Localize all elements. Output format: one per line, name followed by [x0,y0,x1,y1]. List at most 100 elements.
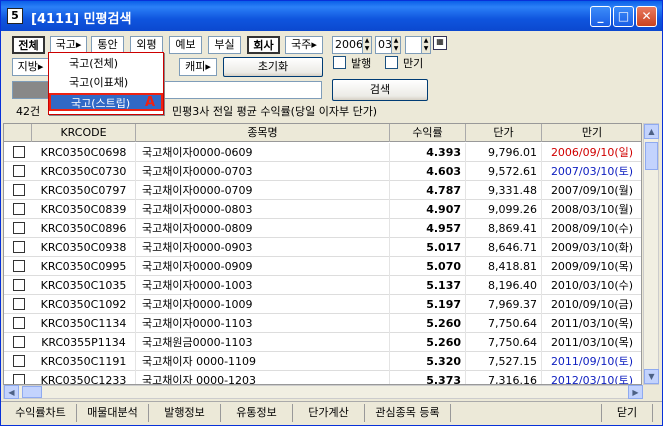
scroll-left-icon[interactable]: ◀ [4,385,19,399]
table-row[interactable]: KRC0350C1035 국고채이자0000-1003 5.137 8,196.40 2… [4,276,641,295]
row-checkbox[interactable] [13,184,25,196]
row-checkbox[interactable] [13,146,25,158]
table-row[interactable]: KRC0350C0797 국고채이자0000-0709 4.787 9,331.48 2… [4,181,641,200]
tab-yield-chart[interactable]: 수익률차트 [5,404,77,422]
header-maturity[interactable]: 만기 [542,124,641,142]
cell-krcode: KRC0350C1191 [32,352,136,371]
cell-krcode: KRC0350C0938 [32,238,136,257]
cell-yield: 5.137 [390,276,466,295]
table-row[interactable]: KRC0350C1191 국고채이자 0000-1109 5.320 7,527.15… [4,352,641,371]
filter-capital[interactable]: 캐피▸ [179,58,217,76]
table-row[interactable]: KRC0350C0839 국고채이자0000-0803 4.907 9,099.26 2… [4,200,641,219]
horizontal-scrollbar[interactable]: ◀ ▶ [3,385,643,399]
row-checkbox[interactable] [13,317,25,329]
table-row[interactable]: KRC0350C0730 국고채이자0000-0703 4.603 9,572.61 2… [4,162,641,181]
reset-button[interactable]: 초기화 [223,57,323,77]
cell-krcode: KRC0350C0730 [32,162,136,181]
table-row[interactable]: KRC0350C0938 국고채이자0000-0903 5.017 8,646.71 2… [4,238,641,257]
scroll-down-icon[interactable]: ▼ [644,369,659,384]
header-name[interactable]: 종목명 [136,124,390,142]
title-bar[interactable]: 5 [4111] 민평검색 _ □ ✕ [1,1,662,31]
maturity-checkbox[interactable] [385,56,398,69]
cell-yield: 4.907 [390,200,466,219]
cell-name: 국고채이자0000-0809 [136,219,390,238]
row-checkbox[interactable] [13,336,25,348]
year-spin[interactable]: ▲ ▼ [362,37,371,53]
header-yield[interactable]: 수익률 [390,124,466,142]
row-checkbox[interactable] [13,165,25,177]
row-checkbox[interactable] [13,355,25,367]
close-button[interactable]: ✕ [636,6,657,27]
tab-watchlist-add[interactable]: 관심종목 등록 [365,404,451,422]
tab-order-analysis[interactable]: 매물대분석 [77,404,149,422]
cell-maturity: 2008/09/10(수) [542,219,641,238]
table-row[interactable]: KRC0350C0698 국고채이자0000-0609 4.393 9,796.01 2… [4,143,641,162]
filter-region[interactable]: 지방▸ [12,58,49,76]
tab-close[interactable]: 닫기 [601,404,653,422]
scroll-right-icon[interactable]: ▶ [628,385,643,399]
table-row[interactable]: KRC0350C0995 국고채이자0000-0909 5.070 8,418.81 2… [4,257,641,276]
year-field[interactable]: 2006 ▲ ▼ [332,36,372,54]
cell-yield: 5.260 [390,333,466,352]
cell-krcode: KRC0350C1134 [32,314,136,333]
table-row[interactable]: KRC0350C1233 국고채이자 0000-1203 5.373 7,316.16… [4,371,641,384]
day-spin[interactable]: ▲ ▼ [421,37,430,53]
code-input[interactable] [12,81,52,99]
filter-all[interactable]: 전체 [12,36,45,54]
filter-bad[interactable]: 부실 [208,36,241,54]
row-checkbox[interactable] [13,279,25,291]
maximize-button[interactable]: □ [613,6,634,27]
table-row[interactable]: KRC0355P1134 국고채원금0000-1103 5.260 7,750.64 2… [4,333,641,352]
table-row[interactable]: KRC0350C1134 국고채이자0000-1103 5.260 7,750.64 2… [4,314,641,333]
cell-price: 9,796.01 [466,143,542,162]
row-checkbox[interactable] [13,241,25,253]
cell-name: 국고채이자0000-0903 [136,238,390,257]
tab-price-calc[interactable]: 단가계산 [293,404,365,422]
dropdown-item-govt-strip[interactable]: 국고(스트립) A [49,93,163,111]
cell-yield: 5.320 [390,352,466,371]
annotation-marker: A [144,95,155,110]
cell-maturity: 2008/03/10(월) [542,200,641,219]
month-spin[interactable]: ▲ ▼ [391,37,400,53]
month-field[interactable]: 03 ▲ ▼ [375,36,401,54]
scroll-up-icon[interactable]: ▲ [644,124,659,139]
hscroll-thumb[interactable] [22,386,42,398]
table-row[interactable]: KRC0350C1092 국고채이자0000-1009 5.197 7,969.37 2… [4,295,641,314]
filter-stock[interactable]: 국주▸ [285,36,323,54]
row-checkbox[interactable] [13,260,25,272]
scroll-thumb[interactable] [645,142,658,170]
cell-maturity: 2012/03/10(토) [542,371,641,384]
app-icon: 5 [7,8,23,24]
calendar-icon[interactable]: ▦ [433,36,447,50]
row-checkbox[interactable] [13,298,25,310]
tab-issue-info[interactable]: 발행정보 [149,404,221,422]
cell-name: 국고채이자0000-1103 [136,314,390,333]
filter-deposit[interactable]: 예보 [169,36,202,54]
name-input[interactable] [164,81,322,99]
day-field[interactable]: ▲ ▼ [405,36,431,54]
header-krcode[interactable]: KRCODE [32,124,136,142]
cell-maturity: 2011/03/10(목) [542,333,641,352]
header-price[interactable]: 단가 [466,124,542,142]
cell-yield: 5.070 [390,257,466,276]
table-row[interactable]: KRC0350C0896 국고채이자0000-0809 4.957 8,869.41 2… [4,219,641,238]
cell-maturity: 2009/03/10(화) [542,238,641,257]
govt-dropdown: 국고(전체) 국고(이표채) 국고(스트립) A [48,52,164,115]
vertical-scrollbar[interactable]: ▲ ▼ [643,123,659,385]
row-checkbox[interactable] [13,203,25,215]
row-checkbox[interactable] [13,222,25,234]
tab-trade-info[interactable]: 유통정보 [221,404,293,422]
cell-krcode: KRC0350C0896 [32,219,136,238]
dropdown-item-govt-coupon[interactable]: 국고(이표채) [49,74,163,92]
cell-name: 국고채이자0000-0709 [136,181,390,200]
dropdown-item-govt-all[interactable]: 국고(전체) [49,55,163,73]
cell-name: 국고채이자 0000-1109 [136,352,390,371]
filter-corp[interactable]: 회사 [247,36,280,54]
issue-checkbox[interactable] [333,56,346,69]
row-checkbox[interactable] [13,374,25,384]
cell-krcode: KRC0350C1233 [32,371,136,384]
minimize-button[interactable]: _ [590,6,611,27]
cell-maturity: 2007/03/10(토) [542,162,641,181]
cell-maturity: 2011/09/10(토) [542,352,641,371]
search-button[interactable]: 검색 [332,79,428,101]
